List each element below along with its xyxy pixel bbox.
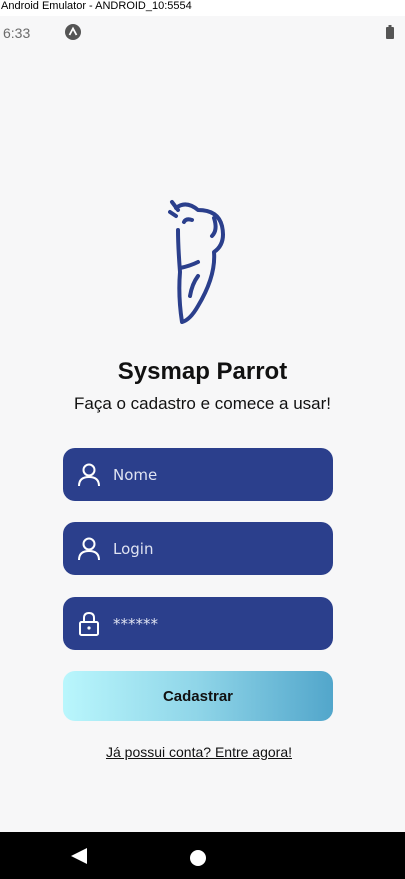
home-circle-icon[interactable] [190, 850, 206, 866]
window-title: Android Emulator - ANDROID_10:5554 [0, 0, 405, 16]
user-icon [78, 537, 100, 560]
login-link[interactable]: Já possui conta? Entre agora! [0, 744, 398, 760]
lock-icon [79, 611, 99, 636]
user-icon [78, 463, 100, 486]
password-field[interactable]: ****** [63, 597, 333, 650]
notification-icon [65, 24, 81, 40]
name-field[interactable]: Nome [63, 448, 333, 501]
login-field[interactable]: Login [63, 522, 333, 575]
cadastrar-button[interactable]: Cadastrar [63, 671, 333, 721]
login-placeholder: Login [113, 539, 154, 558]
status-bar: 6:33 [0, 16, 405, 48]
name-placeholder: Nome [113, 465, 158, 484]
battery-icon [386, 25, 394, 39]
app-title: Sysmap Parrot [117, 358, 288, 385]
status-time: 6:33 [3, 25, 31, 41]
back-triangle-icon[interactable] [70, 848, 88, 864]
password-value: ****** [113, 614, 158, 633]
app-screen: 6:33 Sysmap Parrot Faça o cadastro e com… [0, 16, 405, 879]
parrot-logo-icon [168, 200, 225, 324]
navigation-bar [0, 832, 405, 879]
subtitle: Faça o cadastro e comece a usar! [73, 394, 332, 413]
